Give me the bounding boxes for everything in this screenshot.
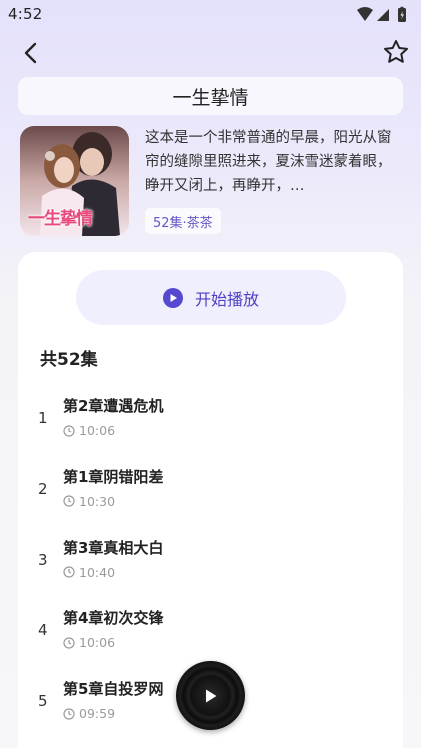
episode-title: 第5章自投罗网 xyxy=(63,680,164,699)
episode-title: 第1章阴错阳差 xyxy=(63,467,164,486)
episode-number: 3 xyxy=(38,550,48,569)
episode-number: 2 xyxy=(38,479,48,498)
episode-number: 4 xyxy=(38,621,48,640)
episode-number: 5 xyxy=(38,692,48,711)
signal-icon xyxy=(377,9,389,21)
duration-text: 09:59 xyxy=(79,706,116,722)
status-time: 4:52 xyxy=(8,5,43,23)
episode-item[interactable]: 1 第2章遭遇危机 10:06 xyxy=(18,383,403,454)
duration-text: 10:06 xyxy=(79,635,116,651)
wifi-icon xyxy=(357,7,373,21)
episode-count: 共52集 xyxy=(40,350,98,370)
clock-icon xyxy=(63,566,75,578)
episode-duration: 09:59 xyxy=(63,706,115,721)
episode-item[interactable]: 3 第3章真相大白 10:40 xyxy=(18,525,403,596)
play-all-label: 开始播放 xyxy=(194,289,259,309)
status-bar: 4:52 xyxy=(0,0,421,30)
episode-duration: 10:06 xyxy=(63,635,115,650)
episode-item[interactable]: 4 第4章初次交锋 10:06 xyxy=(18,595,403,666)
book-description: 这本是一个非常普通的早晨，阳光从窗帘的缝隙里照进来，夏沫雪迷蒙着眼，睁开又闭上，… xyxy=(145,130,392,194)
episode-title: 第2章遭遇危机 xyxy=(63,397,164,415)
vinyl-disc-icon xyxy=(200,685,222,707)
floating-player-button[interactable] xyxy=(176,661,245,730)
episode-duration: 10:30 xyxy=(63,494,115,509)
favorite-button[interactable] xyxy=(381,37,411,67)
duration-text: 10:30 xyxy=(79,493,116,509)
episode-duration: 10:06 xyxy=(63,423,115,438)
episode-item[interactable]: 2 第1章阴错阳差 10:30 xyxy=(18,454,403,525)
clock-icon xyxy=(63,637,75,649)
play-icon xyxy=(205,689,216,702)
back-button[interactable] xyxy=(16,38,46,68)
clock-icon xyxy=(63,424,75,437)
episode-duration: 10:40 xyxy=(63,565,115,580)
book-tag[interactable]: 52集·茶茶 xyxy=(145,208,221,234)
cover-title: 一生挚情 xyxy=(28,209,93,229)
star-outline-icon xyxy=(384,40,408,63)
back-arrow-icon xyxy=(24,42,37,64)
duration-text: 10:06 xyxy=(79,423,116,438)
play-all-button[interactable]: 开始播放 xyxy=(76,270,346,325)
book-cover[interactable]: 一生挚情 xyxy=(20,126,129,236)
page-title: 一生挚情 xyxy=(18,77,403,115)
status-icons xyxy=(357,6,406,22)
duration-text: 10:40 xyxy=(79,564,116,580)
episode-title: 第4章初次交锋 xyxy=(63,609,164,628)
clock-icon xyxy=(63,708,75,720)
episode-title: 第3章真相大白 xyxy=(63,538,164,557)
episode-number: 1 xyxy=(38,409,48,427)
clock-icon xyxy=(63,495,75,507)
play-icon xyxy=(162,287,183,308)
